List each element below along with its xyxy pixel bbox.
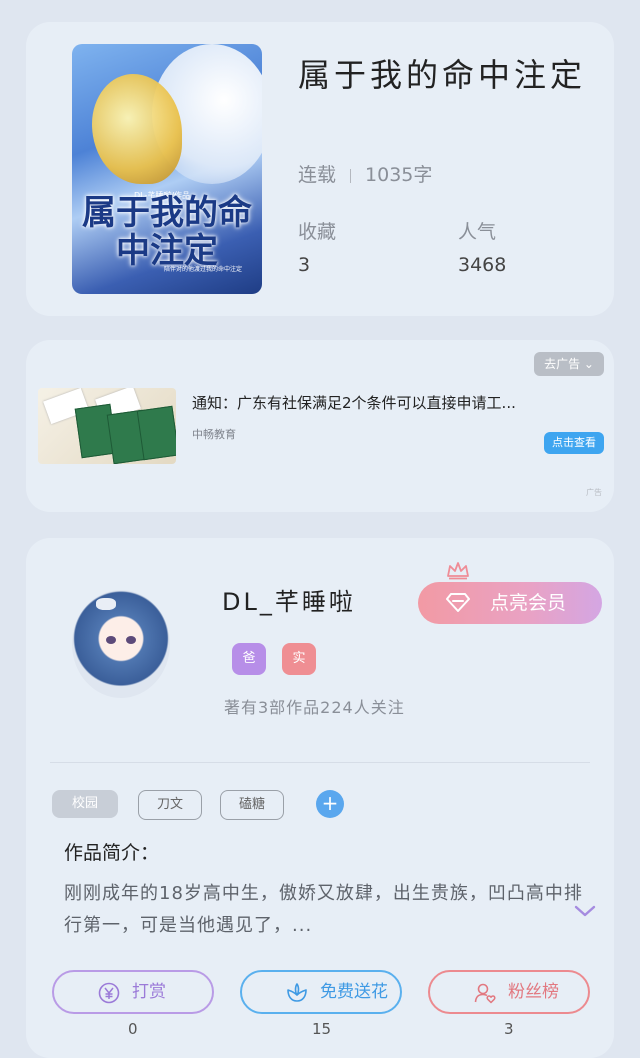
flower-count: 15 — [312, 1020, 332, 1038]
reward-button[interactable]: 打赏 — [52, 970, 214, 1014]
reward-count: 0 — [128, 1020, 138, 1038]
tag[interactable]: 刀文 — [138, 790, 202, 820]
avatar-eye — [126, 636, 136, 644]
vip-button[interactable]: 点亮会员 — [418, 582, 602, 624]
yen-icon — [98, 982, 120, 1004]
fan-ranking-button[interactable]: 粉丝榜 — [428, 970, 590, 1014]
avatar-bow — [96, 598, 116, 610]
divider — [50, 762, 590, 763]
ad-card[interactable]: 去广告 ⌄ 通知：广东有社保满足2个条件可以直接申请工... 中畅教育 点击查看… — [26, 340, 614, 512]
intro-text: 刚刚成年的18岁高中生，傲娇又放肆，出生贵族，凹凸高中排行第一，可是当他遇见了，… — [64, 883, 583, 936]
book-status: 连载 — [298, 164, 337, 186]
crown-icon — [447, 562, 469, 580]
fan-count: 3 — [504, 1020, 514, 1038]
ad-mark: 广告 — [586, 488, 602, 497]
avatar-eye — [106, 636, 116, 644]
favorites-value: 3 — [298, 254, 311, 276]
author-badge[interactable]: 实 — [282, 643, 316, 675]
flower-icon — [287, 983, 307, 1002]
add-tag-button[interactable]: + — [316, 790, 344, 818]
ad-view-button[interactable]: 点击查看 — [544, 432, 604, 454]
fan-ranking-label: 粉丝榜 — [508, 982, 559, 1002]
send-flower-label: 免费送花 — [320, 982, 388, 1002]
cover-title: 属于我的命中注定 — [82, 193, 252, 271]
reward-label: 打赏 — [132, 982, 166, 1002]
book-title: 属于我的命中注定 — [298, 56, 587, 94]
intro-label: 作品简介： — [64, 842, 160, 864]
word-count: 1035字 — [365, 164, 433, 186]
popularity-value: 3468 — [458, 254, 507, 276]
author-name[interactable]: DL_芊睡啦 — [222, 582, 356, 617]
author-card: DL_芊睡啦 点亮会员 爸 实 著有3部作品224人关注 校园 刀文 磕糖 + … — [26, 538, 614, 1058]
chevron-down-icon[interactable] — [574, 904, 596, 918]
user-heart-icon — [474, 983, 496, 1004]
popularity-label: 人气 — [458, 221, 497, 243]
vip-label: 点亮会员 — [490, 592, 567, 614]
author-badge[interactable]: 爸 — [232, 643, 266, 675]
ad-image[interactable] — [38, 388, 176, 464]
ad-title[interactable]: 通知：广东有社保满足2个条件可以直接申请工... — [192, 392, 592, 413]
ad-source: 中畅教育 — [192, 428, 236, 441]
tag[interactable]: 磕糖 — [220, 790, 284, 820]
send-flower-button[interactable]: 免费送花 — [240, 970, 402, 1014]
favorites-label: 收藏 — [298, 221, 337, 243]
book-card: DL-芊睡啦/作品 属于我的命中注定 陪伴对的他渡过我的命中注定 属于我的命中注… — [26, 22, 614, 316]
avatar[interactable] — [72, 590, 170, 698]
tag[interactable]: 校园 — [52, 790, 118, 818]
meta-divider — [350, 168, 352, 183]
author-stats: 著有3部作品224人关注 — [224, 698, 405, 717]
cover-subtitle: 陪伴对的他渡过我的命中注定 — [164, 266, 243, 273]
diamond-icon — [446, 593, 470, 612]
book-cover[interactable]: DL-芊睡啦/作品 属于我的命中注定 陪伴对的他渡过我的命中注定 — [72, 44, 262, 294]
book-meta: 连载 1035字 — [298, 160, 432, 187]
remove-ad-button[interactable]: 去广告 ⌄ — [534, 352, 604, 376]
ad-image-booklet — [136, 405, 176, 461]
